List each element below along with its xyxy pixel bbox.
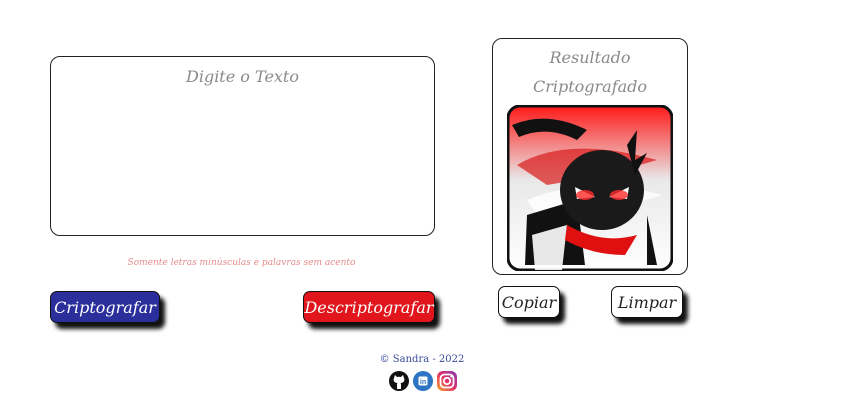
decrypt-button[interactable]: Descriptografar — [303, 291, 435, 323]
encrypt-button[interactable]: Criptografar — [50, 291, 160, 323]
copy-button[interactable]: Copiar — [498, 286, 560, 318]
github-icon[interactable] — [388, 370, 410, 392]
result-panel: Resultado Criptografado — [492, 38, 688, 275]
result-title: Resultado Criptografado — [493, 43, 687, 101]
instagram-icon[interactable] — [436, 370, 458, 392]
social-links: in — [388, 370, 458, 392]
ninja-illustration — [507, 105, 673, 271]
text-input-container — [50, 56, 435, 236]
linkedin-icon[interactable]: in — [412, 370, 434, 392]
text-input[interactable] — [59, 63, 426, 227]
footer-credit: © Sandra - 2022 — [379, 354, 465, 365]
result-title-line1: Resultado — [549, 48, 631, 67]
result-title-line2: Criptografado — [532, 77, 648, 96]
input-hint: Somente letras minúsculas e palavras sem… — [127, 258, 356, 268]
svg-text:in: in — [420, 379, 426, 386]
clear-button[interactable]: Limpar — [611, 286, 683, 318]
